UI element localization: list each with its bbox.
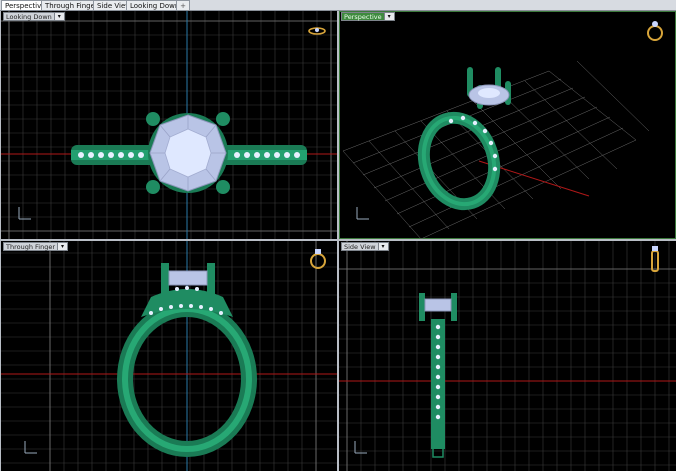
axis-triad-icon (24, 441, 37, 454)
viewport-label-through-finger[interactable]: Through Finger ▾ (3, 242, 69, 251)
tab-looking-down[interactable]: Looking Down (126, 0, 184, 10)
viewport-label-perspective[interactable]: Perspective ▾ (341, 12, 395, 21)
viewport-label-text: Through Finger (6, 243, 56, 251)
viewport-side-view[interactable]: Side View ▾ (339, 241, 676, 471)
viewport-through-finger[interactable]: Through Finger ▾ (1, 241, 337, 471)
viewport-perspective[interactable]: Perspective ▾ (339, 11, 676, 239)
viewport-label-side-view[interactable]: Side View ▾ (341, 242, 389, 251)
viewport-looking-down[interactable]: Looking Down ▾ (1, 11, 337, 239)
viewport-label-looking-down[interactable]: Looking Down ▾ (3, 12, 65, 21)
ring-orientation-icon (310, 249, 326, 269)
through-finger-canvas (1, 241, 337, 471)
chevron-down-icon[interactable]: ▾ (377, 243, 388, 250)
axis-triad-icon (356, 207, 369, 220)
view-tab-bar: Perspective Through Finger Side View Loo… (0, 0, 676, 11)
viewport-label-text: Side View (344, 243, 376, 251)
perspective-canvas (342, 21, 663, 239)
ring-orientation-icon (647, 21, 663, 41)
viewport-label-text: Looking Down (6, 13, 52, 21)
viewport-label-text: Perspective (344, 13, 382, 21)
side-view-canvas (339, 241, 676, 471)
looking-down-canvas (1, 11, 337, 239)
chevron-down-icon[interactable]: ▾ (383, 13, 394, 20)
chevron-down-icon[interactable]: ▾ (57, 243, 68, 250)
add-tab-button[interactable]: + (176, 0, 190, 10)
chevron-down-icon[interactable]: ▾ (53, 13, 64, 20)
